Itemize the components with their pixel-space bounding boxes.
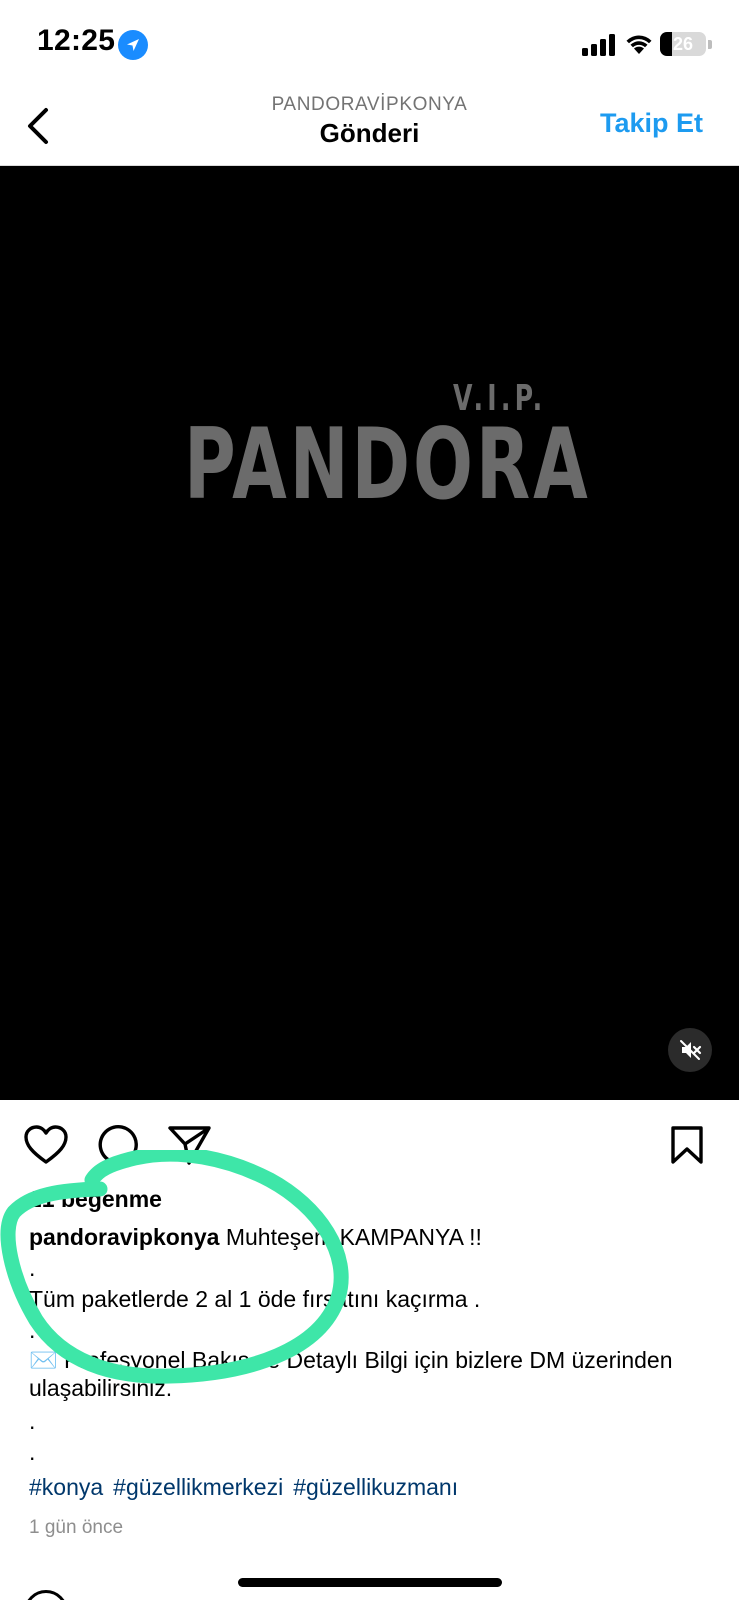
avatar[interactable] bbox=[24, 1590, 68, 1600]
status-bar: 12:25 26 bbox=[0, 0, 739, 90]
bookmark-icon bbox=[671, 1126, 703, 1164]
hashtag-link[interactable]: #güzellikmerkezi bbox=[113, 1474, 283, 1500]
signal-bars-icon bbox=[582, 34, 615, 56]
wifi-icon bbox=[626, 35, 652, 54]
caption-text: Muhteşem KAMPANYA !! bbox=[219, 1224, 482, 1250]
hashtag-list: #konya #güzellikmerkezi #güzellikuzmanı bbox=[29, 1474, 468, 1501]
share-button[interactable] bbox=[167, 1122, 213, 1168]
pandora-logo: V.I.P. PANDORA bbox=[184, 378, 588, 538]
post-timestamp: 1 gün önce bbox=[29, 1517, 124, 1538]
caption-line: . bbox=[29, 1439, 36, 1465]
share-icon bbox=[168, 1126, 211, 1165]
speaker-muted-icon bbox=[680, 1040, 702, 1060]
battery-icon: 26 bbox=[660, 32, 706, 56]
post-caption: pandoravipkonya Muhteşem KAMPANYA !! . T… bbox=[29, 1222, 709, 1468]
post-header: PANDORAVİPKONYA Gönderi Takip Et bbox=[0, 90, 739, 166]
battery-nub bbox=[708, 40, 712, 49]
battery-level-text: 26 bbox=[672, 34, 694, 54]
caption-first-line: pandoravipkonya Muhteşem KAMPANYA !! bbox=[29, 1222, 709, 1253]
follow-button[interactable]: Takip Et bbox=[600, 108, 703, 139]
comment-button[interactable] bbox=[95, 1122, 141, 1168]
likes-count[interactable]: 21 beğenme bbox=[29, 1186, 162, 1213]
post-media[interactable]: V.I.P. PANDORA bbox=[0, 166, 739, 1100]
caption-line: . bbox=[29, 1255, 36, 1281]
heart-icon bbox=[24, 1125, 68, 1164]
hashtag-link[interactable]: #konya bbox=[29, 1474, 103, 1500]
caption-line: Tüm paketlerde 2 al 1 öde fırsatını kaçı… bbox=[29, 1286, 481, 1312]
status-time: 12:25 bbox=[37, 24, 116, 57]
like-button[interactable] bbox=[23, 1122, 69, 1168]
action-bar bbox=[0, 1100, 739, 1184]
save-button[interactable] bbox=[664, 1122, 710, 1168]
hashtag-link[interactable]: #güzellikuzmanı bbox=[293, 1474, 458, 1500]
caption-line: ✉️ Profesyonel Bakış ve Detaylı Bilgi iç… bbox=[29, 1347, 673, 1401]
home-indicator[interactable] bbox=[238, 1578, 502, 1587]
logo-main-text: PANDORA bbox=[184, 408, 591, 522]
caption-username[interactable]: pandoravipkonya bbox=[29, 1224, 219, 1250]
comment-icon bbox=[98, 1125, 138, 1165]
location-arrow-icon bbox=[118, 30, 148, 60]
caption-line: . bbox=[29, 1408, 36, 1434]
mute-button[interactable] bbox=[668, 1028, 712, 1072]
caption-line: . bbox=[29, 1317, 36, 1343]
